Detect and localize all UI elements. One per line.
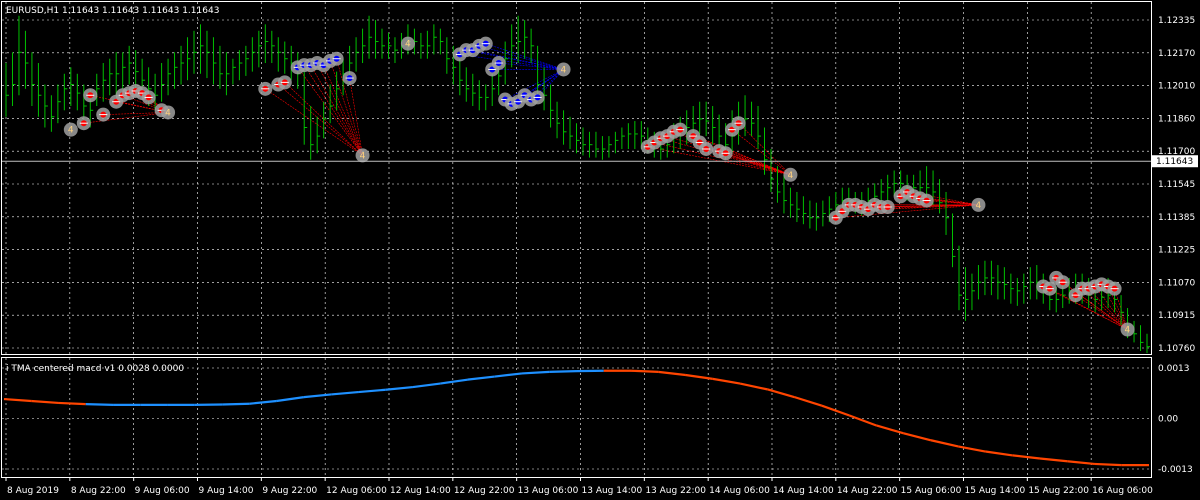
- indicator-tick-label: 0.0013: [1158, 364, 1190, 374]
- indicator-axis: 0.0013 0.00 -0.0013: [1158, 364, 1193, 475]
- trade-exit-label: 4: [561, 65, 567, 75]
- main-price-panel: 4 4 4 4 4 4 4 4 EURUSD,H1 1.11643 1.11643 1.116…: [1, 1, 1198, 355]
- time-tick-label: 15 Aug 06:00: [901, 486, 962, 496]
- price-tick-label: 1.11860: [1158, 114, 1195, 124]
- indicator-tick-label: -0.0013: [1158, 465, 1193, 475]
- time-tick-label: 8 Aug 22:00: [71, 486, 126, 496]
- time-tick-label: 13 Aug 22:00: [645, 486, 706, 496]
- price-tick-label: 1.12170: [1158, 49, 1195, 59]
- indicator-segment: [85, 403, 114, 407]
- time-tick-label: 9 Aug 22:00: [262, 486, 317, 496]
- trade-exit-label: 4: [360, 151, 366, 161]
- main-panel-frame: [1, 1, 1152, 355]
- time-tick-label: 12 Aug 14:00: [390, 486, 451, 496]
- price-tick-label: 1.10915: [1158, 311, 1195, 321]
- trade-exit-label: 4: [165, 108, 171, 118]
- time-tick-label: 9 Aug 06:00: [135, 486, 190, 496]
- indicator-segment: [630, 369, 659, 373]
- price-tick-label: 1.11385: [1158, 213, 1195, 223]
- current-price-tag: 1.11643: [1152, 155, 1198, 168]
- time-tick-label: 16 Aug 06:00: [1092, 486, 1153, 496]
- trade-exit-label: 4: [405, 40, 411, 50]
- price-tick-label: 1.12010: [1158, 82, 1195, 92]
- time-tick-label: 15 Aug 14:00: [965, 486, 1026, 496]
- current-price-tag-label: 1.11643: [1156, 157, 1193, 167]
- trade-exit-label: 4: [1125, 326, 1131, 336]
- time-tick-label: 14 Aug 22:00: [837, 486, 898, 496]
- indicator-tick-label: 0.00: [1158, 415, 1178, 425]
- time-axis: 8 Aug 2019 8 Aug 22:00 9 Aug 06:00 9 Aug 14…: [5, 477, 1153, 496]
- trade-exit-label: 4: [68, 126, 74, 136]
- chart-title: EURUSD,H1 1.11643 1.11643 1.11643 1.1164…: [6, 6, 219, 16]
- time-tick-label: 14 Aug 06:00: [709, 486, 770, 496]
- price-tick-label: 1.10760: [1158, 344, 1195, 354]
- indicator-panel-frame: [1, 357, 1152, 478]
- indicator-segment: [58, 401, 86, 406]
- time-tick-label: 15 Aug 22:00: [1028, 486, 1089, 496]
- time-tick-label: 13 Aug 06:00: [518, 486, 579, 496]
- time-tick-label: 12 Aug 22:00: [454, 486, 515, 496]
- indicator-panel: i TMA centered macd v1 0.0028 0.0000 0.0…: [1, 357, 1193, 478]
- time-tick-label: 12 Aug 06:00: [326, 486, 387, 496]
- indicator-segment: [521, 370, 550, 375]
- trade-exit-label: 4: [975, 201, 981, 211]
- time-tick-label: 9 Aug 14:00: [199, 486, 254, 496]
- trade-exit-label: 4: [787, 171, 793, 181]
- indicator-title: i TMA centered macd v1 0.0028 0.0000: [6, 364, 184, 374]
- price-tick-label: 1.11545: [1158, 180, 1195, 190]
- time-tick-label: 8 Aug 2019: [7, 486, 59, 496]
- time-tick-label: 13 Aug 14:00: [582, 486, 643, 496]
- price-tick-label: 1.12335: [1158, 16, 1195, 26]
- price-axis: 1.123351.121701.120101.118601.117001.115…: [1158, 16, 1195, 354]
- indicator-segment: [222, 402, 250, 406]
- time-tick-label: 14 Aug 14:00: [773, 486, 834, 496]
- indicator-segment: [1094, 462, 1122, 467]
- price-tick-label: 1.11225: [1158, 246, 1195, 256]
- indicator-segment: [549, 370, 577, 373]
- price-tick-label: 1.11070: [1158, 278, 1195, 288]
- chart-canvas: 4 4 4 4 4 4 4 4 EURUSD,H1 1.11643 1.11643 1.116…: [1, 1, 1198, 496]
